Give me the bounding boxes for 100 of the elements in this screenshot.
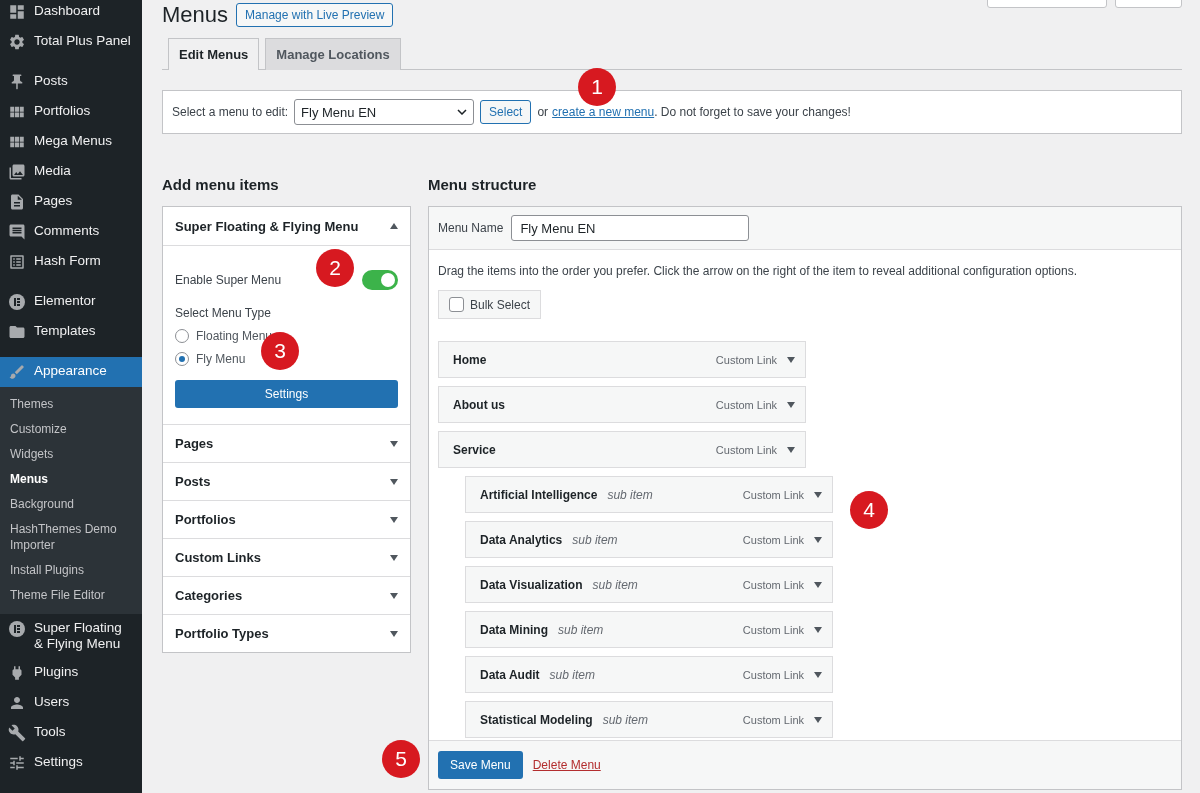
speech-bubble-icon (8, 223, 26, 241)
sidebar-item[interactable]: Posts (0, 67, 142, 97)
sidebar-item[interactable]: Comments (0, 217, 142, 247)
sidebar-item[interactable]: Media (0, 157, 142, 187)
sidebar-label: Plugins (34, 664, 79, 680)
section-heading: Add menu items (162, 176, 280, 193)
menu-item-row[interactable]: Data Mining sub item Custom Link (465, 611, 833, 648)
radio-button[interactable] (175, 329, 189, 343)
sidebar-label: Settings (34, 754, 83, 770)
caret-icon[interactable] (814, 581, 822, 588)
bulk-select-button[interactable]: Bulk Select (438, 290, 542, 319)
select-label: Select a menu to edit: (172, 105, 289, 119)
menu-item-row[interactable]: Artificial Intelligence sub item Custom Link (465, 476, 833, 513)
submenu-item[interactable]: Customize (0, 417, 142, 442)
caret-icon[interactable] (814, 626, 822, 633)
sidebar-label: Tools (34, 724, 66, 740)
folder-icon (8, 323, 26, 341)
sidebar-label: Media (34, 163, 71, 179)
wrench-icon (8, 724, 26, 742)
sidebar-item[interactable]: Appearance (0, 357, 142, 387)
caret-icon[interactable] (814, 491, 822, 498)
sidebar-label: Total Plus Panel (34, 33, 131, 49)
callout-marker: 1 (578, 68, 616, 106)
sidebar-label: Pages (34, 193, 73, 209)
dashboard-icon (8, 3, 26, 21)
live-preview-button[interactable]: Manage with Live Preview (236, 3, 394, 27)
item-type-label: Custom Link (742, 488, 804, 501)
submenu-item[interactable]: Theme File Editor (0, 583, 142, 608)
submenu-item[interactable]: HashThemes Demo Importer (0, 517, 142, 558)
sidebar-item[interactable]: Hash Form (0, 247, 142, 277)
caret-icon (390, 554, 398, 561)
menu-item-row[interactable]: Service Custom Link (438, 431, 806, 468)
delete-menu-link[interactable]: Delete Menu (532, 758, 601, 772)
sidebar-item[interactable]: Dashboard (0, 0, 142, 27)
sidebar-item[interactable]: Portfolios (0, 97, 142, 127)
chevron-icon (457, 109, 468, 115)
menu-item-row[interactable]: Home Custom Link (438, 341, 806, 378)
sub-item-note: sub item (592, 577, 638, 592)
caret-icon (390, 592, 398, 599)
sidebar-label: Elementor (34, 293, 96, 309)
media-icon (8, 163, 26, 181)
item-type-label: Custom Link (742, 713, 804, 726)
submenu-item[interactable]: Menus (0, 467, 142, 492)
sub-item-note: sub item (549, 667, 595, 682)
menu-item-title: Data Visualization (480, 577, 583, 592)
radio-button[interactable] (175, 352, 189, 366)
tab[interactable]: Edit Menus (168, 38, 260, 70)
select-button[interactable]: Select (480, 100, 532, 124)
toggle-switch[interactable] (362, 270, 398, 290)
menu-name-label: Menu Name (438, 221, 504, 235)
caret-icon[interactable] (787, 401, 795, 408)
menu-item-row[interactable]: Data Visualization sub item Custom Link (465, 566, 833, 603)
sidebar-label: Dashboard (34, 3, 101, 19)
caret-icon[interactable] (814, 716, 822, 723)
menu-item-row[interactable]: Statistical Modeling sub item Custom Link (465, 701, 833, 738)
user-icon (8, 694, 26, 712)
sidebar-label: Posts (34, 73, 68, 89)
sidebar-label: Portfolios (34, 103, 91, 119)
sidebar-item[interactable]: Mega Menus (0, 127, 142, 157)
tab[interactable]: Manage Locations (265, 38, 401, 70)
menu-item-title: Data Mining (480, 622, 548, 637)
caret-icon[interactable] (787, 446, 795, 453)
caret-icon[interactable] (814, 536, 822, 543)
menu-item-row[interactable]: About us Custom Link (438, 386, 806, 423)
sidebar-item[interactable]: Total Plus Panel (0, 27, 142, 57)
menu-item-title: Data Audit (480, 667, 540, 682)
menu-name-field[interactable]: Fly Menu EN (511, 215, 750, 241)
sidebar-item[interactable]: Tools (0, 718, 142, 748)
sidebar-item[interactable]: Elementor (0, 287, 142, 317)
sidebar-item[interactable]: Super Floating & Flying Menu (0, 614, 142, 658)
s-logo-icon (8, 620, 26, 638)
sidebar-item[interactable]: Templates (0, 317, 142, 347)
item-type-label: Custom Link (742, 533, 804, 546)
sub-item-note: sub item (602, 712, 649, 727)
checkbox[interactable] (449, 297, 464, 312)
menu-dropdown[interactable]: Fly Menu EN (294, 99, 475, 125)
menu-item-row[interactable]: Data Audit sub item Custom Link (465, 656, 833, 693)
submenu-item[interactable]: Install Plugins (0, 558, 142, 583)
menu-item-title: Service (453, 442, 496, 457)
caret-icon[interactable] (787, 356, 795, 363)
brush-icon (8, 363, 26, 381)
enable-label: Enable Super Menu (175, 273, 282, 287)
sidebar-label: Appearance (34, 363, 107, 379)
settings-button[interactable]: Settings (175, 380, 398, 408)
sidebar-item[interactable]: Plugins (0, 658, 142, 688)
caret-icon[interactable] (814, 671, 822, 678)
sidebar-item[interactable]: Settings (0, 748, 142, 778)
menu-item-title: About us (453, 397, 505, 412)
form-icon (8, 253, 26, 271)
submenu-item[interactable]: Themes (0, 392, 142, 417)
menu-type-label: Select Menu Type (175, 306, 272, 320)
sidebar-item[interactable]: Users (0, 688, 142, 718)
page-title: Menus (162, 2, 229, 28)
section-heading: Menu structure (428, 176, 538, 193)
submenu-item[interactable]: Widgets (0, 442, 142, 467)
submenu-item[interactable]: Background (0, 492, 142, 517)
sidebar-item[interactable]: Pages (0, 187, 142, 217)
caret-icon (390, 630, 398, 637)
menu-item-row[interactable]: Data Analytics sub item Custom Link (465, 521, 833, 558)
save-menu-button[interactable]: Save Menu (438, 751, 523, 779)
